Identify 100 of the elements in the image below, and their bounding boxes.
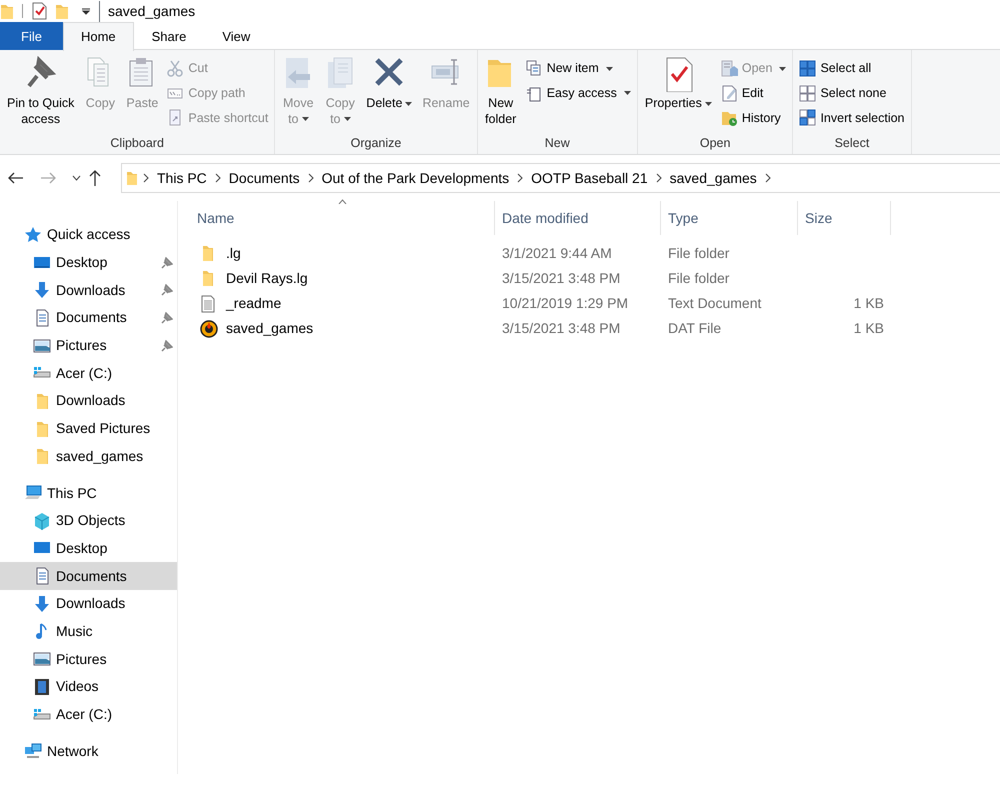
ribbon-button[interactable]: Edit <box>718 82 788 104</box>
sidebar-item[interactable]: Videos <box>0 673 177 701</box>
ribbon-button[interactable]: Properties <box>642 54 715 134</box>
grid-icon <box>799 60 816 77</box>
sidebar-item[interactable]: Saved Pictures <box>0 414 177 442</box>
caret-icon <box>779 66 786 71</box>
sidebar-item[interactable]: Network <box>0 737 177 766</box>
chevron-icon[interactable] <box>306 173 315 183</box>
file-name[interactable]: _readme <box>226 293 282 314</box>
folder-icon <box>0 2 14 20</box>
ribbon-tab[interactable]: File <box>0 22 63 50</box>
breadcrumb-item[interactable]: Documents <box>226 168 303 188</box>
sidebar-item[interactable]: Downloads <box>0 387 177 415</box>
sidebar-item[interactable]: Downloads <box>0 590 177 618</box>
chevron-icon[interactable] <box>654 173 663 183</box>
pin-icon <box>161 284 173 296</box>
size-cell-text: 1 KB <box>852 319 884 338</box>
column-header[interactable]: Size <box>798 201 891 235</box>
caret-icon <box>344 117 351 122</box>
cube-icon <box>33 512 51 530</box>
group-label: Select <box>834 135 870 152</box>
ribbon-button[interactable]: Easy access <box>524 82 633 104</box>
ribbon-button[interactable]: Pin to Quick access <box>4 54 78 134</box>
ribbon-button[interactable]: Select all <box>797 58 907 79</box>
ribbon-button[interactable]: Invert selection <box>797 108 907 128</box>
dropdown-icon[interactable] <box>72 175 81 181</box>
back-icon[interactable] <box>8 172 24 184</box>
history-icon <box>720 109 738 126</box>
caret-icon <box>302 117 308 122</box>
ribbon-button[interactable]: New folder <box>482 54 520 134</box>
ribbon-button[interactable]: Delete <box>363 54 416 134</box>
ribbon-tab[interactable]: Home <box>62 22 134 51</box>
sidebar-item[interactable]: Desktop <box>0 248 177 276</box>
star-icon <box>24 226 42 244</box>
column-header[interactable]: Date modified <box>495 201 661 235</box>
chevron-icon[interactable] <box>516 173 524 183</box>
breadcrumb-item[interactable]: This PC <box>154 168 210 188</box>
chevron-icon[interactable] <box>214 173 222 183</box>
pin-icon <box>161 312 173 324</box>
group-label: New <box>544 135 571 152</box>
dropdown-icon[interactable] <box>81 6 91 16</box>
grid-icon <box>799 84 816 102</box>
ribbon-button[interactable]: Select none <box>797 82 907 104</box>
ribbon-tab[interactable]: Share <box>134 22 204 50</box>
sidebar-item[interactable]: Acer (C:) <box>0 700 177 728</box>
group-label: Organize <box>350 135 402 152</box>
group-label: Clipboard <box>109 135 165 152</box>
chevron-icon[interactable] <box>764 173 772 183</box>
download-icon <box>33 281 51 300</box>
network-icon <box>24 742 42 760</box>
file-name[interactable]: Devil Rays.lg <box>226 268 308 289</box>
sidebar-item[interactable]: Quick access <box>0 221 177 249</box>
picture-icon <box>33 336 51 355</box>
properties-icon[interactable] <box>31 2 47 20</box>
sidebar-item[interactable]: Pictures <box>0 645 177 673</box>
column-header[interactable]: Name <box>190 201 495 235</box>
type-cell-text: DAT File <box>667 319 722 338</box>
scissors-icon <box>167 60 184 77</box>
type-cell-text: Text Document <box>667 294 762 313</box>
sidebar-item[interactable]: Documents <box>0 304 177 332</box>
caret-icon <box>405 102 412 106</box>
chevron-icon <box>142 173 150 183</box>
ribbon-button[interactable]: History <box>718 108 788 128</box>
sidebar-item[interactable]: Music <box>0 618 177 646</box>
file-name[interactable]: saved_games <box>226 318 314 339</box>
sidebar-item[interactable]: Acer (C:) <box>0 359 177 388</box>
sidebar-item[interactable]: 3D Objects <box>0 506 177 535</box>
download-icon <box>33 594 51 613</box>
new-item-icon <box>526 60 543 77</box>
pin-icon <box>161 340 173 352</box>
date-cell-text: 3/15/2021 3:48 PM <box>501 269 622 288</box>
open-icon <box>720 60 738 77</box>
date-cell-text: 3/15/2021 3:48 PM <box>501 319 622 338</box>
sidebar-item[interactable]: This PC <box>0 479 177 507</box>
file-name[interactable]: .lg <box>226 243 241 264</box>
sidebar-item[interactable]: saved_games <box>0 442 177 470</box>
picture-icon <box>33 650 51 668</box>
type-cell-text: File folder <box>667 244 730 263</box>
column-header[interactable]: Type <box>661 201 798 235</box>
ribbon-tab[interactable]: View <box>204 22 268 50</box>
sort-icon <box>338 199 347 204</box>
breadcrumb-item[interactable]: Out of the Park Developments <box>318 168 512 188</box>
grid-icon <box>799 109 816 126</box>
address-bar[interactable]: This PC Documents Out of the Park Developments OOTP Baseball 21 saved_games <box>121 163 1000 193</box>
up-icon[interactable] <box>89 170 101 186</box>
caret-icon <box>624 91 631 96</box>
sidebar-item[interactable]: Documents <box>0 562 177 590</box>
separator-line <box>22 4 23 18</box>
breadcrumb-item[interactable]: saved_games <box>666 168 760 188</box>
sidebar-item[interactable]: Pictures <box>0 332 177 360</box>
ribbon-button[interactable]: New item <box>524 58 633 79</box>
breadcrumb-item[interactable]: OOTP Baseball 21 <box>528 168 651 188</box>
sidebar-item[interactable]: Downloads <box>0 276 177 304</box>
group-label: Open <box>698 135 732 152</box>
edit-icon <box>720 84 738 102</box>
emblem-icon <box>200 320 218 338</box>
sidebar-item[interactable]: Desktop <box>0 534 177 562</box>
film-icon <box>33 678 51 696</box>
size-cell-text: 1 KB <box>852 294 884 313</box>
caret-icon <box>704 102 712 106</box>
